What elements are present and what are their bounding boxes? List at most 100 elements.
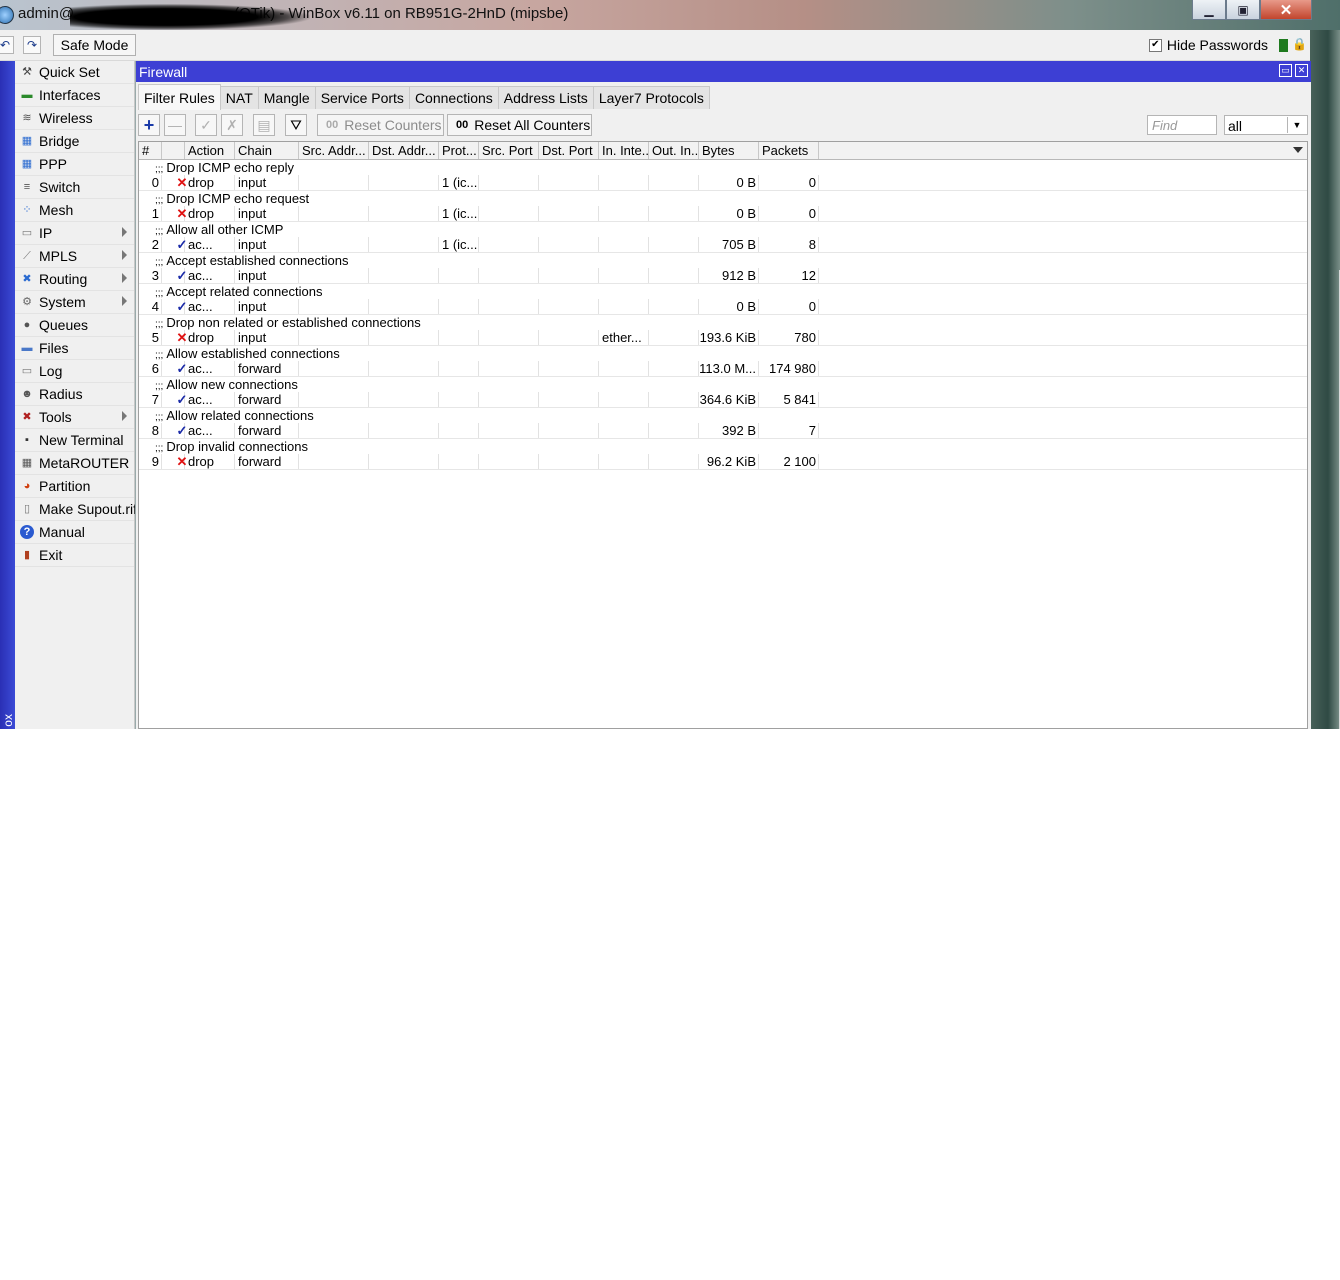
reset-all-counters-button[interactable]: 00 Reset All Counters xyxy=(447,114,592,136)
sidebar-item-radius[interactable]: ☻ Radius xyxy=(15,383,134,406)
rule-comment[interactable]: ;;; Drop ICMP echo request xyxy=(139,191,1307,206)
close-window-button[interactable]: ✕ xyxy=(1295,64,1308,77)
dst-cell xyxy=(369,206,439,221)
rule-comment[interactable]: ;;; Allow established connections xyxy=(139,346,1307,361)
minimize-button[interactable]: ▁ xyxy=(1192,0,1226,20)
column-menu-icon[interactable] xyxy=(1293,147,1303,153)
table-row[interactable]: 1 ✕drop input 1 (ic... 0 B0 xyxy=(139,206,1307,222)
action-text: ac... xyxy=(188,237,213,252)
column-header-action[interactable]: Action xyxy=(185,142,235,159)
rule-comment[interactable]: ;;; Drop invalid connections xyxy=(139,439,1307,454)
sidebar-item-files[interactable]: ▬ Files xyxy=(15,337,134,360)
sidebar-item-interfaces[interactable]: ▬ Interfaces xyxy=(15,84,134,107)
sidebar-item-mpls[interactable]: ⟋ MPLS xyxy=(15,245,134,268)
column-header-bytes[interactable]: Bytes xyxy=(699,142,759,159)
hide-passwords-checkbox[interactable]: ✔ xyxy=(1148,38,1162,52)
table-row[interactable]: 2 ✓ac... input 1 (ic... 705 B8 xyxy=(139,237,1307,253)
column-header-out-in[interactable]: Out. In... xyxy=(649,142,699,159)
table-row[interactable]: 9 ✕drop forward 96.2 KiB 2 100 xyxy=(139,454,1307,470)
bytes-cell: 392 B xyxy=(699,423,759,438)
column-header-in-inte[interactable]: In. Inte... xyxy=(599,142,649,159)
column-header-src-port[interactable]: Src. Port xyxy=(479,142,539,159)
table-row[interactable]: 8 ✓ac... forward 392 B7 xyxy=(139,423,1307,439)
comment-text: Allow related connections xyxy=(166,408,314,423)
rule-comment[interactable]: ;;; Accept established connections xyxy=(139,253,1307,268)
table-row[interactable]: 6 ✓ac... forward 113.0 M... 174 980 xyxy=(139,361,1307,377)
sidebar-item-exit[interactable]: ▮ Exit xyxy=(15,544,134,567)
firewall-titlebar[interactable]: Firewall ▭ ✕ xyxy=(136,61,1311,82)
rule-comment[interactable]: ;;; Allow all other ICMP xyxy=(139,222,1307,237)
sidebar-item-ppp[interactable]: ▦ PPP xyxy=(15,153,134,176)
tab-nat[interactable]: NAT xyxy=(219,86,259,109)
restore-window-button[interactable]: ▭ xyxy=(1279,64,1292,77)
table-row[interactable]: 5 ✕drop input ether... 193.6 KiB 780 xyxy=(139,330,1307,346)
close-button[interactable]: ✕ xyxy=(1260,0,1312,20)
sidebar-item-system[interactable]: ⚙ System xyxy=(15,291,134,314)
column-header-[interactable]: # xyxy=(139,142,162,159)
column-header-dst-addr[interactable]: Dst. Addr... xyxy=(369,142,439,159)
undo-button[interactable]: ↶ xyxy=(0,36,14,54)
column-header-src-addr[interactable]: Src. Addr... xyxy=(299,142,369,159)
chain-filter-value: all xyxy=(1228,118,1243,134)
tab-filter-rules[interactable]: Filter Rules xyxy=(138,84,221,110)
comment-prefix: ;;; xyxy=(155,226,164,237)
add-rule-button[interactable]: + xyxy=(138,114,160,136)
sidebar-item-make-supout-rif[interactable]: ▯ Make Supout.rif xyxy=(15,498,137,521)
table-row[interactable]: 0 ✕drop input 1 (ic... 0 B0 xyxy=(139,175,1307,191)
sidebar-item-switch[interactable]: ≡ Switch xyxy=(15,176,134,199)
sidebar-item-ip[interactable]: ▭ IP xyxy=(15,222,134,245)
tab-address-lists[interactable]: Address Lists xyxy=(497,86,594,109)
dport-cell xyxy=(539,330,599,345)
table-body: ;;; Drop ICMP echo reply 0 ✕drop input 1 (ic.… xyxy=(139,160,1307,470)
redo-button[interactable]: ↷ xyxy=(23,36,41,54)
table-row[interactable]: 3 ✓ac... input 912 B 12 xyxy=(139,268,1307,284)
column-header-packets[interactable]: Packets xyxy=(759,142,819,159)
column-header-flags[interactable] xyxy=(162,142,185,159)
table-row[interactable]: 7 ✓ac... forward 364.6 KiB 5 841 xyxy=(139,392,1307,408)
remove-rule-button[interactable]: — xyxy=(164,114,186,136)
sidebar-item-partition[interactable]: ◕ Partition xyxy=(15,475,134,498)
rule-comment[interactable]: ;;; Accept related connections xyxy=(139,284,1307,299)
sidebar-item-routing[interactable]: ✖ Routing xyxy=(15,268,134,291)
sport-cell xyxy=(479,361,539,376)
reset-counters-button[interactable]: 00 Reset Counters xyxy=(317,114,444,136)
tab-connections[interactable]: Connections xyxy=(408,86,499,109)
sidebar-item-tools[interactable]: ✖ Tools xyxy=(15,406,134,429)
column-header-prot[interactable]: Prot... xyxy=(439,142,479,159)
maximize-button[interactable]: ▣ xyxy=(1226,0,1260,20)
table-row[interactable]: 4 ✓ac... input 0 B0 xyxy=(139,299,1307,315)
enable-rule-button[interactable]: ✓ xyxy=(195,114,217,136)
packets-cell: 12 xyxy=(759,268,819,283)
rule-comment[interactable]: ;;; Drop non related or established conne… xyxy=(139,315,1307,330)
tab-service-ports[interactable]: Service Ports xyxy=(314,86,410,109)
disable-rule-button[interactable]: ✗ xyxy=(221,114,243,136)
column-header-dst-port[interactable]: Dst. Port xyxy=(539,142,599,159)
sidebar-item-metarouter[interactable]: ▦ MetaROUTER xyxy=(15,452,134,475)
rule-comment[interactable]: ;;; Allow related connections xyxy=(139,408,1307,423)
firewall-toolbar: + — ✓ ✗ ▤ ⛛ 00 Reset Counters 00 Reset A… xyxy=(138,113,1308,139)
comment-button[interactable]: ▤ xyxy=(253,114,275,136)
sidebar-item-bridge[interactable]: ▦ Bridge xyxy=(15,130,134,153)
dropdown-arrow-icon[interactable]: ▼ xyxy=(1287,117,1306,133)
sidebar-item-mesh[interactable]: ⁘ Mesh xyxy=(15,199,134,222)
reset-all-counters-icon: 00 xyxy=(456,119,469,131)
sidebar-item-queues[interactable]: ● Queues xyxy=(15,314,134,337)
find-input[interactable]: Find xyxy=(1147,115,1217,135)
rule-comment[interactable]: ;;; Drop ICMP echo reply xyxy=(139,160,1307,175)
column-header-chain[interactable]: Chain xyxy=(235,142,299,159)
sidebar-item-manual[interactable]: ? Manual xyxy=(15,521,134,544)
chain-filter-select[interactable]: all ▼ xyxy=(1224,115,1308,135)
sidebar-item-log[interactable]: ▭ Log xyxy=(15,360,134,383)
sidebar-item-new-terminal[interactable]: ▪ New Terminal xyxy=(15,429,134,452)
filter-button[interactable]: ⛛ xyxy=(285,114,307,136)
sidebar-item-label: Interfaces xyxy=(39,87,101,103)
safe-mode-button[interactable]: Safe Mode xyxy=(53,34,136,56)
tab-mangle[interactable]: Mangle xyxy=(257,86,316,109)
sidebar-item-wireless[interactable]: ≋ Wireless xyxy=(15,107,134,130)
sidebar-item-quick-set[interactable]: ⚒ Quick Set xyxy=(15,61,134,84)
hide-passwords-toggle[interactable]: ✔ Hide Passwords xyxy=(1148,37,1268,53)
redacted-hostname xyxy=(70,4,310,30)
window-titlebar[interactable]: admin@ (OTik) - WinBox v6.11 on RB951G-2H… xyxy=(0,0,1340,30)
rule-comment[interactable]: ;;; Allow new connections xyxy=(139,377,1307,392)
tab-layer7-protocols[interactable]: Layer7 Protocols xyxy=(592,86,710,109)
